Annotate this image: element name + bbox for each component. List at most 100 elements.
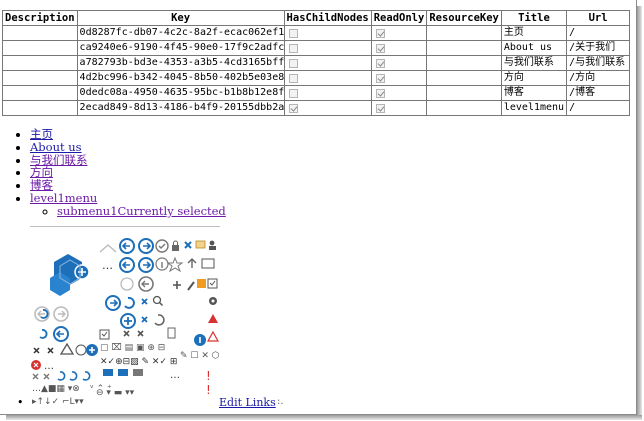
cell-description — [2, 70, 78, 86]
cell-resourcekey — [426, 40, 502, 56]
exclamation-icon: ! — [206, 383, 211, 397]
upload-icon — [187, 258, 197, 268]
close-icon — [141, 298, 148, 305]
cell-haschildnodes — [283, 70, 372, 86]
menu-item: 方向 — [30, 166, 226, 179]
cell-readonly — [370, 100, 428, 116]
checkbox[interactable] — [375, 28, 385, 38]
cell-title: About us — [500, 40, 568, 56]
sitemap-nodes-table: Description Key HasChildNodes ReadOnly R… — [2, 10, 631, 116]
checkbox[interactable] — [288, 43, 298, 53]
toolbar-glyphs-icon: ⊖ ▾ ▬ ▾▾ — [96, 388, 135, 398]
pencil-icon — [187, 281, 195, 291]
checkbox[interactable] — [375, 88, 385, 98]
star-icon — [166, 256, 184, 273]
checkbox-icon — [207, 278, 218, 289]
table-row: 0dedc08a-4950-4635-95bc-b1b8b12e8fb6 博客/博… — [2, 85, 631, 101]
menu-item: 与我们联系 — [30, 153, 226, 167]
arrow-right-circle-icon — [53, 306, 69, 322]
mail-icon — [195, 240, 206, 249]
divider — [30, 226, 220, 227]
checkbox[interactable] — [375, 58, 385, 68]
sync-icon — [82, 371, 91, 381]
checkbox[interactable] — [375, 103, 385, 113]
col-header-title: Title — [500, 10, 568, 26]
arrow-left-circle-icon — [119, 238, 135, 254]
warning-icon — [206, 330, 220, 342]
cell-title: 与我们联系 — [500, 55, 568, 71]
table-row: 2ecad849-8d13-4186-b4f9-20155dbb2afe leve… — [2, 100, 631, 116]
cell-url: /方向 — [566, 70, 631, 86]
sync-icon — [39, 329, 48, 339]
window-shadow-right — [637, 6, 642, 417]
table-row: 0d8287fc-db07-4c2c-8a2f-ecac062ef1be 主页 / — [2, 25, 631, 41]
cell-haschildnodes — [283, 55, 372, 71]
camera-icon — [133, 369, 143, 376]
warning-icon — [59, 342, 75, 355]
checkbox[interactable] — [288, 103, 298, 113]
toolbar-icon — [201, 258, 215, 269]
close-icon — [141, 316, 148, 323]
cell-resourcekey — [426, 55, 502, 71]
cell-resourcekey — [426, 70, 502, 86]
info-icon — [155, 257, 169, 271]
sync-icon — [124, 296, 135, 309]
close-icon — [43, 373, 50, 380]
arrow-right-circle-icon — [105, 295, 121, 311]
submenu-link-selected[interactable]: submenu1Currently selected — [57, 204, 226, 218]
cell-url: /与我们联系 — [566, 55, 631, 71]
cell-key: 0d8287fc-db07-4c2c-8a2f-ecac062ef1be — [76, 25, 285, 41]
col-header-url: Url — [566, 10, 631, 26]
close-icon — [123, 330, 130, 337]
refresh-icon — [69, 371, 78, 381]
cell-title: 主页 — [500, 25, 568, 41]
arrow-left-circle-icon — [119, 257, 135, 273]
checkbox[interactable] — [288, 58, 298, 68]
document-icon — [167, 327, 176, 339]
toolbar-glyphs-icon: …▲■▦ ▾⊗ — [32, 384, 80, 394]
cell-title: 博客 — [500, 85, 568, 101]
col-header-description: Description — [2, 10, 78, 26]
submenu-item: submenu1Currently selected — [57, 204, 226, 218]
menu-item: level1menu submenu1Currently selected — [30, 192, 226, 218]
checkbox[interactable] — [375, 73, 385, 83]
arrow-right-circle-icon — [138, 257, 154, 273]
toolbar-glyphs-icon: ✎ ☐ ✕ ⬡ — [180, 351, 220, 361]
checkbox[interactable] — [288, 28, 298, 38]
cell-readonly — [370, 55, 428, 71]
close-icon — [33, 347, 40, 354]
checkbox[interactable] — [288, 73, 298, 83]
cell-haschildnodes — [283, 85, 372, 101]
cell-readonly — [370, 85, 428, 101]
close-icon — [137, 330, 144, 337]
list-bullet: • — [17, 396, 24, 409]
checkbox-icon — [99, 329, 110, 340]
check-circle-icon — [155, 239, 169, 253]
close-icon — [32, 373, 39, 380]
add-circle-icon — [120, 313, 136, 329]
cell-url: /关于我们 — [566, 40, 631, 56]
cell-description — [2, 85, 78, 101]
add-circle-icon — [86, 344, 98, 356]
col-header-readonly: ReadOnly — [370, 10, 428, 26]
toolbar-glyphs-icon: ▢ ⌧ ▤ ▣ ⊕ ⊟ — [100, 343, 165, 353]
users-icon — [209, 240, 216, 250]
checkbox[interactable] — [288, 88, 298, 98]
rss-icon — [197, 279, 206, 288]
cell-description — [2, 100, 78, 116]
cell-url: / — [566, 25, 631, 41]
cell-readonly — [370, 25, 428, 41]
close-icon — [184, 241, 192, 249]
add-circle-icon — [120, 277, 134, 291]
arrow-right-circle-icon — [138, 238, 154, 254]
close-icon — [47, 347, 54, 354]
camera-icon — [103, 369, 113, 376]
search-icon — [152, 295, 164, 307]
ellipsis-icon: … — [170, 370, 180, 381]
cell-title: 方向 — [500, 70, 568, 86]
checkbox[interactable] — [375, 43, 385, 53]
edit-links-link[interactable]: Edit Links — [219, 396, 276, 409]
col-header-key: Key — [76, 10, 285, 26]
cell-key: 0dedc08a-4950-4635-95bc-b1b8b12e8fb6 — [76, 85, 285, 101]
submenu: submenu1Currently selected — [30, 204, 226, 218]
